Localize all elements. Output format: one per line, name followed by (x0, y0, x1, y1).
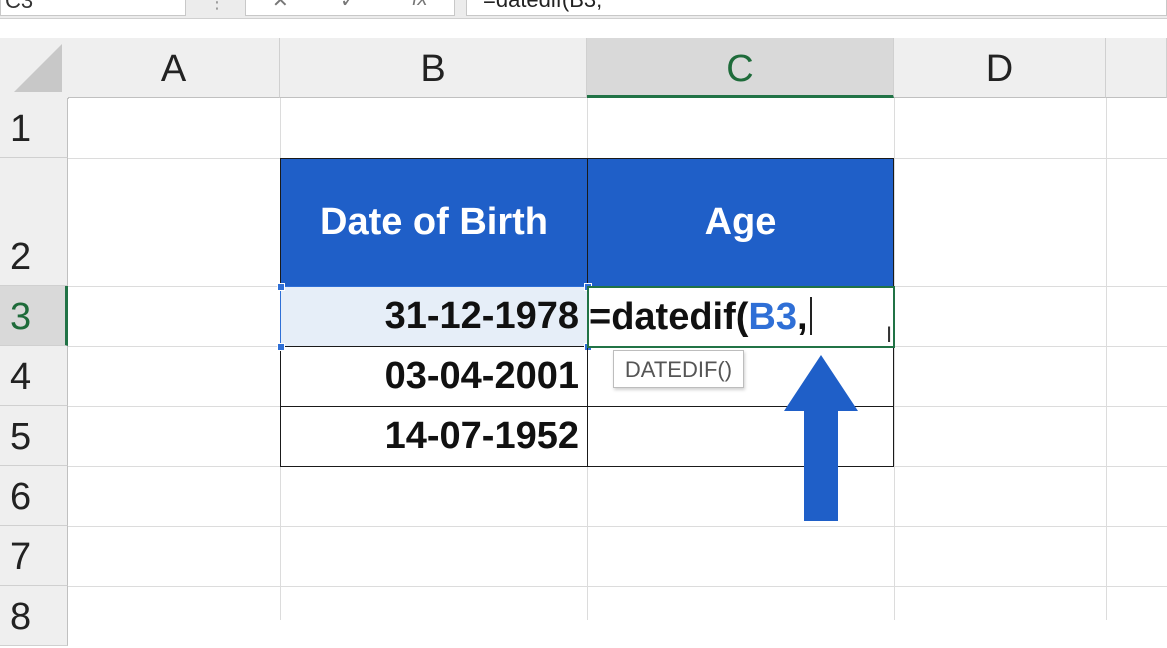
name-box[interactable]: C3 (0, 0, 186, 16)
formula-buttons: ✕ ✓ fx (245, 0, 455, 16)
up-arrow-icon (784, 355, 858, 521)
gridline (68, 526, 1167, 527)
cancel-icon[interactable]: ✕ (272, 0, 289, 13)
cell-c3-editing[interactable]: =datedif(B3, (587, 286, 895, 348)
formula-reference: B3 (748, 296, 797, 338)
cell-c2-header[interactable]: Age (587, 158, 894, 287)
formula-prefix: =datedif( (589, 296, 749, 338)
cell-b5[interactable]: 14-07-1952 (280, 406, 588, 467)
column-header-e[interactable] (1106, 38, 1167, 98)
reference-handle[interactable] (277, 283, 285, 291)
column-header-d[interactable]: D (894, 38, 1106, 98)
row-header-7[interactable]: 7 (0, 526, 68, 586)
gridline (894, 98, 895, 620)
formula-suffix: , (796, 296, 808, 338)
cell-b3[interactable]: 31-12-1978 (280, 286, 588, 347)
formula-input[interactable]: =datedif(B3, (466, 0, 1167, 16)
function-tooltip[interactable]: DATEDIF() (613, 350, 744, 388)
formula-bar-separator: ⋮ (208, 0, 226, 12)
row-header-5[interactable]: 5 (0, 406, 68, 466)
header-age: Age (704, 201, 777, 243)
select-all-triangle-icon (14, 44, 62, 92)
row-header-8[interactable]: 8 (0, 586, 68, 646)
column-header-c[interactable]: C (587, 38, 894, 98)
formula-bar: C3 ⋮ ✕ ✓ fx =datedif(B3, (0, 0, 1167, 19)
gridline (1106, 98, 1107, 620)
column-header-b[interactable]: B (280, 38, 587, 98)
ibeam-cursor-icon: I (886, 322, 893, 347)
row-header-2[interactable]: 2 (0, 158, 68, 286)
row-header-4[interactable]: 4 (0, 346, 68, 406)
row-header-1[interactable]: 1 (0, 98, 68, 158)
cell-b4[interactable]: 03-04-2001 (280, 346, 588, 407)
insert-function-icon[interactable]: fx (412, 0, 428, 11)
row-header-3[interactable]: 3 (0, 286, 68, 346)
cell-b2-header[interactable]: Date of Birth (280, 158, 588, 287)
gridline (68, 586, 1167, 587)
text-cursor (809, 297, 812, 335)
row-header-6[interactable]: 6 (0, 466, 68, 526)
column-header-a[interactable]: A (68, 38, 280, 98)
enter-icon[interactable]: ✓ (340, 0, 357, 13)
reference-handle[interactable] (277, 343, 285, 351)
select-all-button[interactable] (0, 38, 69, 99)
header-date-of-birth: Date of Birth (320, 201, 548, 243)
